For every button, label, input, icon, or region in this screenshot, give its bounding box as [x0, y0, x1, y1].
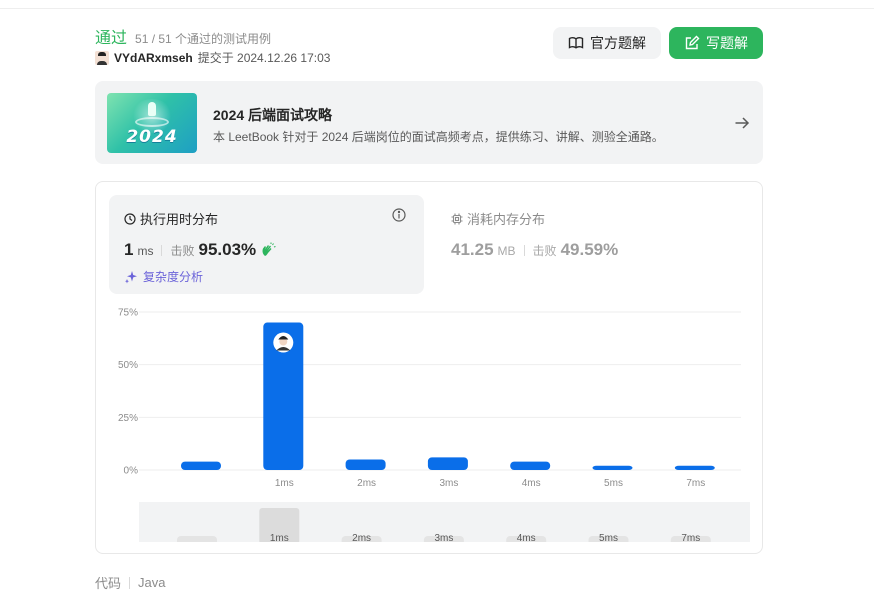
user-avatar[interactable]: [95, 50, 109, 65]
username-link[interactable]: VYdARxmseh: [114, 51, 193, 65]
complexity-analysis-link[interactable]: 复杂度分析: [124, 268, 203, 285]
top-divider: [0, 8, 874, 9]
memory-beat-label: 击败: [532, 244, 557, 258]
runtime-value: 1 ms 击败 95.03%: [124, 240, 276, 260]
banner-thumbnail: 2024: [107, 93, 197, 153]
arrow-right-icon[interactable]: [733, 114, 751, 132]
complexity-label: 复杂度分析: [143, 270, 204, 284]
runtime-title-text: 执行用时分布: [140, 212, 219, 227]
submission-status: 通过 51 / 51 个通过的测试用例: [95, 24, 271, 48]
write-solution-label: 写题解: [706, 35, 748, 51]
memory-divider: [523, 244, 525, 256]
memory-tab[interactable]: 消耗内存分布: [451, 209, 545, 228]
sparkle-icon: [125, 270, 137, 283]
status-test-cases: 51 / 51 个通过的测试用例: [135, 32, 272, 46]
code-label: 代码: [95, 576, 122, 591]
memory-unit: MB: [497, 244, 516, 258]
book-open-icon: [568, 37, 584, 49]
performance-card: 执行用时分布 1 ms 击败 95.03% 复杂度分析 消耗内存分布 41.25…: [95, 181, 763, 554]
info-icon[interactable]: [392, 208, 406, 222]
clap-hands-icon: [262, 242, 276, 256]
runtime-divider: [161, 244, 163, 256]
submitter-info: VYdARxmseh 提交于 2024.12.26 17:03: [95, 49, 330, 66]
leetbook-banner[interactable]: 2024 2024 后端面试攻略 本 LeetBook 针对于 2024 后端岗…: [95, 81, 763, 164]
banner-art-year: 2024: [126, 127, 178, 147]
code-language[interactable]: Java: [138, 575, 165, 590]
rocket-icon: [148, 102, 156, 116]
official-solution-label: 官方题解: [590, 35, 646, 51]
runtime-unit: ms: [137, 244, 154, 258]
memory-title-text: 消耗内存分布: [467, 212, 546, 227]
code-divider: [129, 576, 131, 589]
runtime-panel[interactable]: 执行用时分布 1 ms 击败 95.03% 复杂度分析: [109, 195, 424, 294]
chip-icon: [451, 213, 463, 224]
write-solution-button[interactable]: 写题解: [669, 27, 763, 59]
code-section-header: 代码 Java: [95, 573, 165, 592]
banner-description: 本 LeetBook 针对于 2024 后端岗位的面试高频考点，提供练习、讲解、…: [213, 130, 664, 144]
runtime-title: 执行用时分布: [124, 209, 218, 228]
runtime-beat-label: 击败: [170, 244, 195, 258]
runtime-beat-percent: 95.03%: [198, 240, 257, 259]
official-solution-button[interactable]: 官方题解: [553, 27, 661, 59]
memory-number: 41.25: [451, 240, 494, 259]
runtime-number: 1: [124, 240, 134, 259]
edit-icon: [685, 35, 700, 50]
clock-icon: [124, 212, 136, 225]
memory-value[interactable]: 41.25 MB 击败 49.59%: [451, 240, 618, 260]
memory-beat-percent: 49.59%: [560, 240, 619, 259]
banner-title: 2024 后端面试攻略: [213, 107, 333, 123]
status-result: 通过: [95, 30, 128, 47]
submitted-time: 提交于 2024.12.26 17:03: [197, 51, 331, 65]
